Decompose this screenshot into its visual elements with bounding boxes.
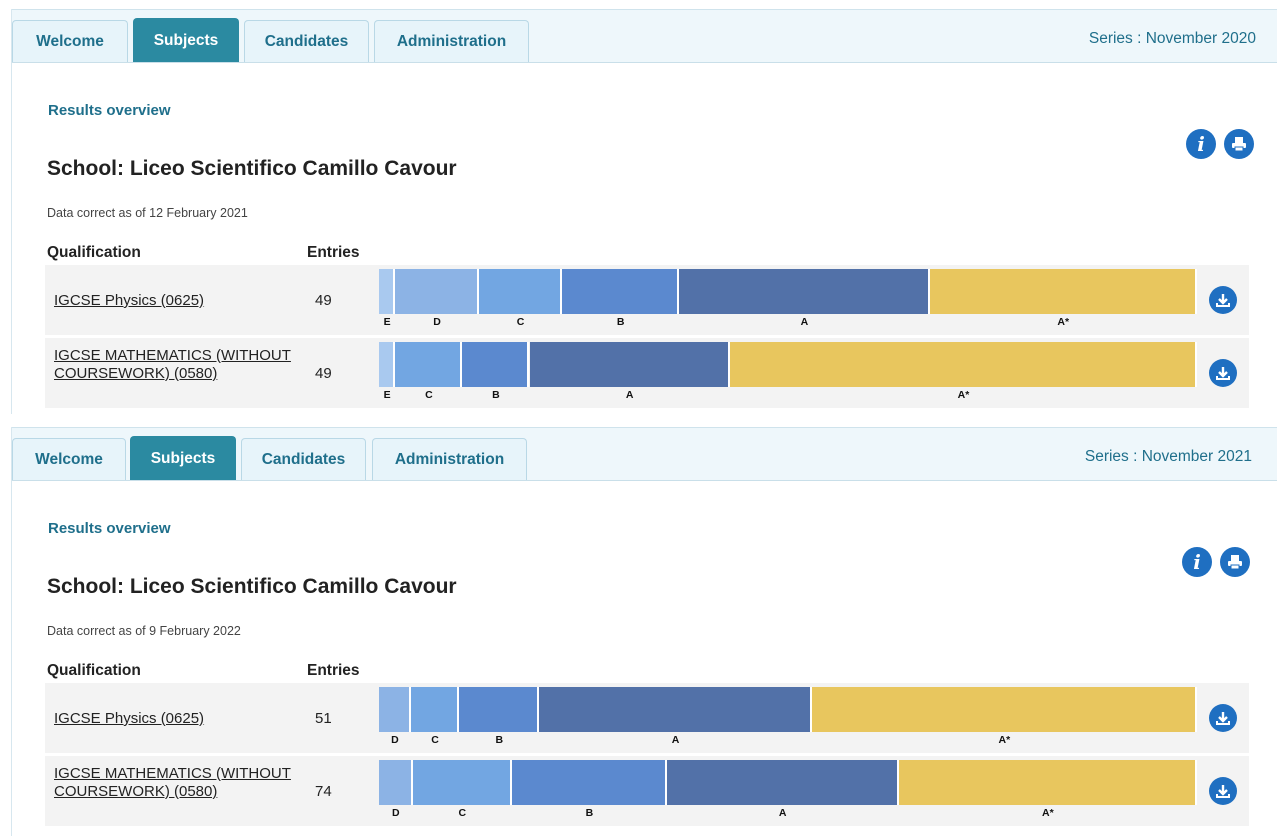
qualification-link[interactable]: IGCSE Physics (0625) — [54, 710, 294, 728]
grade-segment-e — [379, 269, 396, 314]
school-title: School: Liceo Scientifico Camillo Cavour — [47, 575, 457, 598]
grade-distribution-bar: E D C B A A* — [379, 269, 1197, 328]
info-icon[interactable]: i — [1182, 547, 1212, 577]
grade-segment-a — [539, 687, 812, 732]
grade-distribution-bar: D C B A A* — [379, 687, 1197, 746]
tab-bar: Welcome Subjects Candidates Administrati… — [12, 427, 1277, 481]
results-panel-2020: Welcome Subjects Candidates Administrati… — [11, 9, 1277, 414]
download-icon[interactable] — [1209, 777, 1237, 805]
grade-segment-d — [395, 269, 479, 314]
school-title: School: Liceo Scientifico Camillo Cavour — [47, 157, 457, 180]
download-icon[interactable] — [1209, 704, 1237, 732]
qualification-link[interactable]: IGCSE Physics (0625) — [54, 292, 294, 310]
grade-segment-astar — [929, 269, 1197, 314]
tab-subjects[interactable]: Subjects — [130, 436, 236, 480]
grade-label: B — [616, 316, 625, 328]
grade-segment-c — [395, 342, 463, 387]
entries-count: 49 — [315, 365, 332, 382]
tab-welcome[interactable]: Welcome — [12, 20, 128, 62]
grade-segment-b — [512, 760, 667, 805]
grade-label: D — [391, 807, 400, 819]
info-icon[interactable]: i — [1186, 129, 1216, 159]
grade-label: C — [516, 316, 525, 328]
entries-header: Entries — [307, 662, 360, 679]
qualification-link[interactable]: IGCSE MATHEMATICS (WITHOUT COURSEWORK) (… — [54, 765, 294, 801]
entries-count: 49 — [315, 292, 332, 309]
grade-distribution-bar: E C B A A* — [379, 342, 1197, 401]
data-correct-date: Data correct as of 12 February 2021 — [47, 206, 248, 220]
print-icon[interactable] — [1220, 547, 1250, 577]
qualification-header: Qualification — [47, 662, 141, 679]
grade-segment-b — [562, 269, 680, 314]
entries-count: 51 — [315, 710, 332, 727]
grade-label: A* — [957, 389, 970, 401]
tab-administration[interactable]: Administration — [372, 438, 527, 480]
grade-label: C — [458, 807, 467, 819]
grade-label: B — [495, 734, 504, 746]
grade-label: A — [778, 807, 787, 819]
grade-label: C — [431, 734, 439, 746]
tab-candidates[interactable]: Candidates — [241, 438, 366, 480]
grade-label: E — [383, 389, 391, 401]
grade-label: D — [433, 316, 441, 328]
qualification-header: Qualification — [47, 244, 141, 261]
toolbar-icons: i — [1186, 129, 1254, 159]
toolbar-icons: i — [1182, 547, 1250, 577]
grade-label: A* — [1042, 807, 1054, 819]
grade-segment-c — [412, 760, 513, 805]
qualification-row: IGCSE Physics (0625) 49 E D C B A A* — [45, 265, 1249, 335]
grade-label: A — [625, 389, 634, 401]
download-icon[interactable] — [1209, 359, 1237, 387]
grade-segment-b — [462, 342, 530, 387]
grade-label: C — [425, 389, 433, 401]
grade-segment-astar — [898, 760, 1197, 805]
grade-segment-astar — [811, 687, 1197, 732]
download-icon[interactable] — [1209, 286, 1237, 314]
tab-bar: Welcome Subjects Candidates Administrati… — [12, 9, 1277, 63]
grade-label: B — [585, 807, 594, 819]
grade-distribution-bar: D C B A A* — [379, 760, 1197, 819]
grade-segment-b — [459, 687, 540, 732]
grade-label: B — [492, 389, 500, 401]
entries-count: 74 — [315, 783, 332, 800]
qualification-link[interactable]: IGCSE MATHEMATICS (WITHOUT COURSEWORK) (… — [54, 347, 294, 383]
series-label: Series : November 2020 — [1088, 30, 1256, 47]
grade-segment-e — [379, 342, 396, 387]
qualification-row: IGCSE MATHEMATICS (WITHOUT COURSEWORK) (… — [45, 338, 1249, 408]
grade-segment-a — [666, 760, 899, 805]
series-label: Series : November 2021 — [1084, 448, 1252, 465]
results-overview-heading: Results overview — [48, 102, 171, 119]
grade-label: A* — [998, 734, 1011, 746]
tab-candidates[interactable]: Candidates — [244, 20, 369, 62]
grade-segment-d — [379, 760, 413, 805]
grade-segment-c — [410, 687, 460, 732]
grade-segment-a — [529, 342, 730, 387]
tab-administration[interactable]: Administration — [374, 20, 529, 62]
tab-subjects[interactable]: Subjects — [133, 18, 239, 62]
grade-label: A* — [1057, 316, 1070, 328]
print-icon[interactable] — [1224, 129, 1254, 159]
grade-label: A — [671, 734, 680, 746]
results-panel-2021: Welcome Subjects Candidates Administrati… — [11, 427, 1277, 836]
grade-segment-a — [679, 269, 930, 314]
grade-label: D — [391, 734, 399, 746]
grade-segment-d — [379, 687, 411, 732]
grade-label: E — [383, 316, 391, 328]
data-correct-date: Data correct as of 9 February 2022 — [47, 624, 241, 638]
qualification-row: IGCSE Physics (0625) 51 D C B A A* — [45, 683, 1249, 753]
tab-welcome[interactable]: Welcome — [12, 438, 126, 480]
entries-header: Entries — [307, 244, 360, 261]
qualification-row: IGCSE MATHEMATICS (WITHOUT COURSEWORK) (… — [45, 756, 1249, 826]
grade-label: A — [800, 316, 809, 328]
grade-segment-c — [478, 269, 563, 314]
grade-segment-astar — [729, 342, 1197, 387]
results-overview-heading: Results overview — [48, 520, 171, 537]
